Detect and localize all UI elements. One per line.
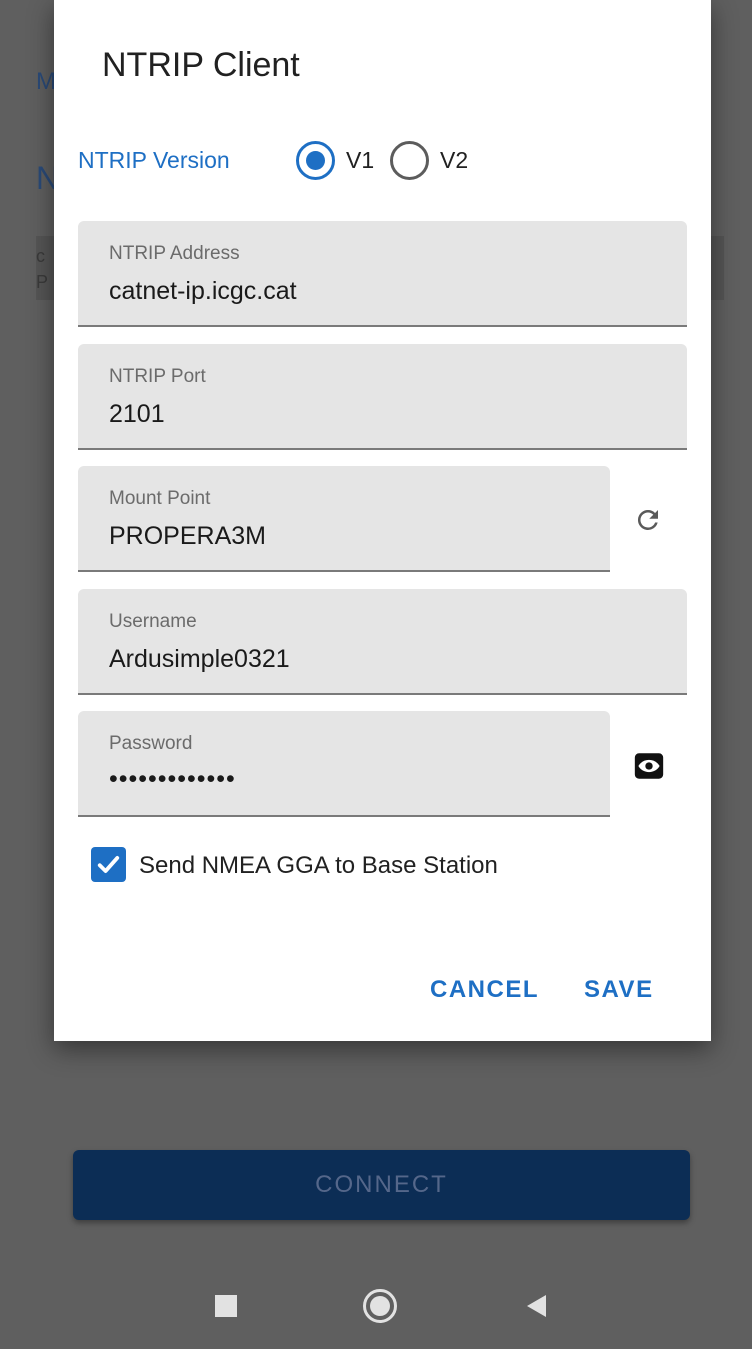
ntrip-address-input[interactable]	[109, 273, 569, 309]
ntrip-address-field[interactable]: NTRIP Address	[78, 221, 687, 327]
send-gga-label: Send NMEA GGA to Base Station	[139, 852, 498, 879]
radio-v2-label: V2	[440, 147, 469, 173]
mount-point-field[interactable]: Mount Point	[78, 466, 610, 572]
home-icon[interactable]	[363, 1289, 397, 1323]
radio-v1-checked-icon[interactable]	[296, 141, 335, 180]
refresh-icon[interactable]	[626, 498, 670, 542]
recents-icon[interactable]	[215, 1295, 237, 1317]
send-gga-checkbox[interactable]	[91, 847, 126, 882]
dialog-title: NTRIP Client	[102, 46, 300, 84]
ntrip-port-field[interactable]: NTRIP Port	[78, 344, 687, 450]
eye-icon[interactable]	[627, 744, 671, 788]
username-field[interactable]: Username	[78, 589, 687, 695]
checkmark-icon	[97, 856, 120, 873]
password-label: Password	[109, 733, 193, 754]
username-input[interactable]	[109, 641, 569, 677]
connect-button[interactable]: CONNECT	[73, 1150, 690, 1220]
radio-v2-unchecked-icon[interactable]	[390, 141, 429, 180]
radio-v1-label: V1	[346, 147, 375, 173]
ntrip-port-label: NTRIP Port	[109, 366, 206, 387]
background-heading-fragment: M	[36, 68, 56, 95]
ntrip-client-dialog: NTRIP Client NTRIP Version V1 V2 NTRIP A…	[54, 0, 711, 1041]
background-field-line1: c	[36, 246, 45, 266]
mount-point-input[interactable]	[109, 518, 569, 554]
password-input[interactable]	[109, 761, 569, 797]
ntrip-port-input[interactable]	[109, 396, 569, 432]
cancel-button[interactable]: CANCEL	[430, 972, 539, 1008]
system-nav-bar	[0, 1258, 752, 1349]
password-field[interactable]: Password	[78, 711, 610, 817]
save-button[interactable]: SAVE	[584, 972, 654, 1008]
ntrip-address-label: NTRIP Address	[109, 243, 240, 264]
back-icon[interactable]	[527, 1295, 546, 1317]
ntrip-version-label: NTRIP Version	[78, 147, 230, 173]
mount-point-label: Mount Point	[109, 488, 211, 509]
background-field-line2: P	[36, 272, 49, 292]
username-label: Username	[109, 611, 197, 632]
